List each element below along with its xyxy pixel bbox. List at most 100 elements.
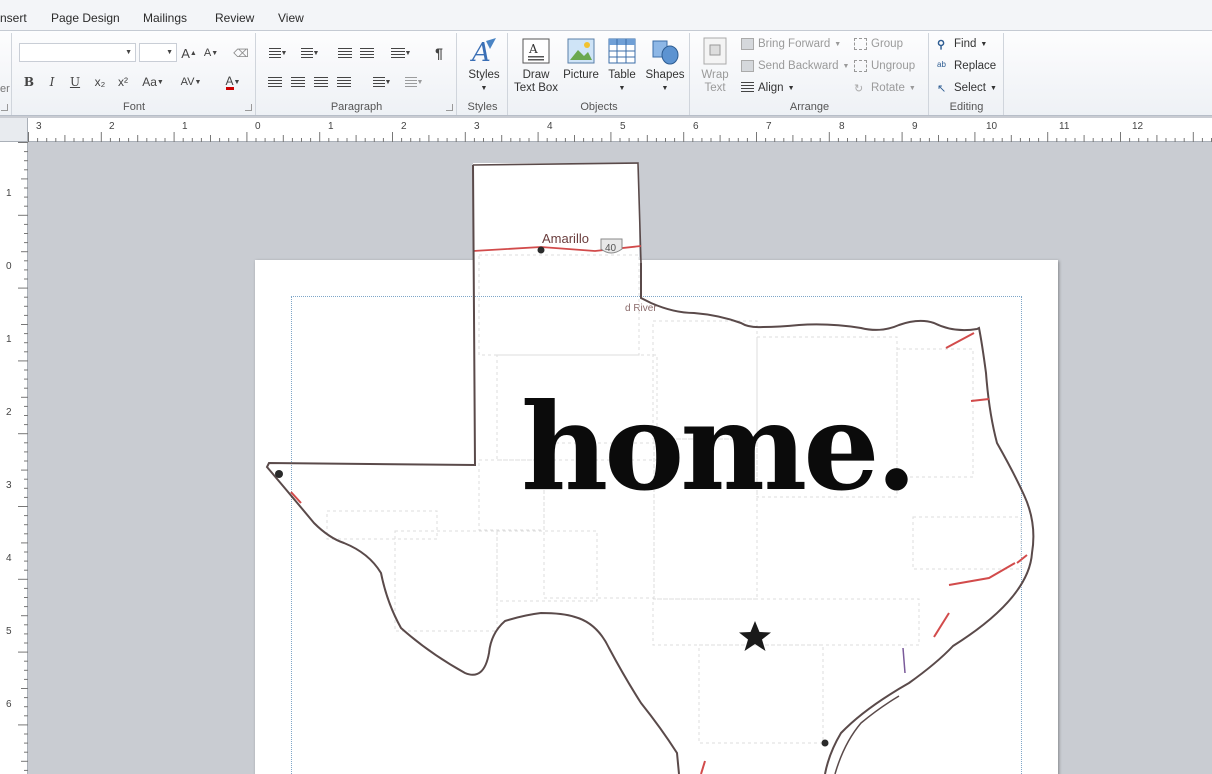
align-icon bbox=[741, 82, 754, 94]
italic-button[interactable]: I bbox=[42, 72, 62, 92]
numbering-button[interactable]: ▼ bbox=[295, 43, 325, 63]
clear-formatting-button[interactable]: ⌫ bbox=[231, 43, 251, 63]
line-spacing-button[interactable]: ▼ bbox=[367, 72, 397, 92]
styles-button[interactable]: A Styles ▼ bbox=[464, 35, 504, 95]
hruler-number: 1 bbox=[182, 121, 188, 132]
tab-insert[interactable]: nsert bbox=[0, 11, 27, 25]
hruler-number: 12 bbox=[1132, 121, 1144, 132]
table-icon bbox=[606, 35, 638, 67]
amarillo-dot bbox=[537, 246, 545, 254]
select-button[interactable]: ↖ Select ▼ bbox=[937, 82, 997, 95]
ungroup-button[interactable]: Ungroup bbox=[854, 60, 915, 72]
font-size-combo[interactable]: ▼ bbox=[139, 43, 177, 62]
subscript-button[interactable]: x₂ bbox=[90, 72, 110, 92]
find-button[interactable]: ⚲ Find ▼ bbox=[937, 38, 987, 51]
character-spacing-button[interactable]: AV ▼ bbox=[177, 72, 205, 92]
bring-forward-button[interactable]: Bring Forward ▼ bbox=[741, 38, 841, 50]
align-left-button[interactable] bbox=[265, 72, 285, 92]
tab-view[interactable]: View bbox=[278, 11, 304, 25]
purple-road-fragment bbox=[902, 647, 906, 674]
horizontal-ruler[interactable]: 3 2 1 0 1 2 3 4 5 6 7 8 9 10 11 12 bbox=[28, 118, 1212, 142]
tab-review[interactable]: Review bbox=[215, 11, 254, 25]
rotate-button[interactable]: ↻ Rotate ▼ bbox=[854, 82, 916, 95]
superscript-button[interactable]: x² bbox=[113, 72, 133, 92]
font-launcher[interactable] bbox=[245, 104, 252, 111]
align-left-icon bbox=[268, 76, 282, 88]
replace-icon: ab bbox=[937, 60, 946, 69]
draw-text-box-label-1: Draw bbox=[522, 69, 550, 81]
vruler-number: 1 bbox=[6, 334, 12, 345]
vruler-number: 3 bbox=[6, 480, 12, 491]
change-case-button[interactable]: Aa ▼ bbox=[139, 72, 167, 92]
headline-text[interactable]: home. bbox=[521, 388, 917, 508]
paragraph-launcher[interactable] bbox=[446, 104, 453, 111]
group-button[interactable]: Group bbox=[854, 38, 903, 50]
vertical-ruler[interactable]: 1 0 1 2 3 4 5 6 bbox=[0, 142, 28, 774]
bring-forward-icon bbox=[741, 38, 754, 50]
decrease-indent-icon bbox=[338, 47, 352, 59]
objects-group-label: Objects bbox=[580, 101, 618, 113]
select-label: Select bbox=[954, 82, 986, 94]
send-backward-button[interactable]: Send Backward ▼ bbox=[741, 60, 849, 72]
svg-text:A: A bbox=[528, 42, 538, 56]
clipboard-launcher[interactable] bbox=[1, 104, 8, 111]
spacing-icon: AV bbox=[180, 76, 195, 88]
bold-button[interactable]: B bbox=[19, 72, 39, 92]
paragraph-spacing-button[interactable]: ▼ bbox=[399, 72, 429, 92]
paragraph-spacing-icon bbox=[404, 76, 417, 88]
vruler-number: 0 bbox=[6, 261, 12, 272]
bold-icon: B bbox=[23, 75, 35, 89]
editing-group: ⚲ Find ▼ ab Replace ↖ Select ▼ Editing bbox=[930, 33, 1004, 115]
document-workspace[interactable]: Amarillo 40 d River home. bbox=[29, 143, 1212, 774]
justify-button[interactable] bbox=[334, 72, 354, 92]
bullets-button[interactable]: ▼ bbox=[263, 43, 293, 63]
table-button[interactable]: Table ▼ bbox=[603, 35, 641, 95]
star-icon bbox=[739, 621, 771, 651]
align-button[interactable]: Align ▼ bbox=[741, 82, 795, 94]
align-center-button[interactable] bbox=[288, 72, 308, 92]
subscript-icon: x₂ bbox=[94, 75, 106, 89]
replace-button[interactable]: ab Replace bbox=[937, 60, 996, 72]
chevron-down-icon: ▼ bbox=[125, 49, 132, 56]
tab-mailings[interactable]: Mailings bbox=[143, 11, 187, 25]
rotate-icon: ↻ bbox=[854, 83, 864, 95]
justify-icon bbox=[337, 76, 351, 88]
align-right-icon bbox=[314, 76, 328, 88]
shrink-font-button[interactable]: A ▼ bbox=[201, 43, 221, 63]
shrink-font-icon: A bbox=[203, 47, 212, 59]
hruler-number: 2 bbox=[109, 121, 115, 132]
hruler-number: 6 bbox=[693, 121, 699, 132]
columns-icon bbox=[390, 47, 405, 59]
increase-indent-icon bbox=[360, 47, 374, 59]
picture-button[interactable]: Picture bbox=[561, 35, 601, 82]
decrease-indent-button[interactable] bbox=[335, 43, 355, 63]
table-button-label: Table bbox=[608, 69, 636, 81]
change-case-icon: Aa bbox=[142, 75, 157, 89]
underline-button[interactable]: U bbox=[65, 72, 85, 92]
grow-font-button[interactable]: A ▲ bbox=[179, 43, 199, 63]
tab-page-design[interactable]: Page Design bbox=[51, 11, 120, 25]
ungroup-icon bbox=[854, 60, 867, 72]
hruler-number: 3 bbox=[36, 121, 42, 132]
columns-button[interactable]: ▼ bbox=[387, 43, 415, 63]
font-name-combo[interactable]: ▼ bbox=[19, 43, 136, 62]
rotate-label: Rotate bbox=[871, 82, 905, 94]
wrap-text-label-2: Text bbox=[704, 82, 726, 94]
shapes-button[interactable]: Shapes ▼ bbox=[643, 35, 687, 95]
show-formatting-button[interactable]: ¶ bbox=[429, 43, 449, 63]
wrap-text-button[interactable]: Wrap Text bbox=[695, 35, 735, 95]
increase-indent-button[interactable] bbox=[357, 43, 377, 63]
font-color-button[interactable]: A ▼ bbox=[219, 72, 247, 92]
superscript-icon: x² bbox=[118, 75, 128, 89]
bring-forward-label: Bring Forward bbox=[758, 38, 831, 50]
arrange-group: Wrap Text Bring Forward ▼ Send Backward ▼ … bbox=[691, 33, 929, 115]
align-right-button[interactable] bbox=[311, 72, 331, 92]
hruler-number: 5 bbox=[620, 121, 626, 132]
el-paso-dot bbox=[275, 470, 283, 478]
clipboard-label-partial: er bbox=[0, 83, 10, 95]
vruler-number: 6 bbox=[6, 699, 12, 710]
hruler-number: 7 bbox=[766, 121, 772, 132]
find-label: Find bbox=[954, 38, 977, 50]
draw-text-box-button[interactable]: A Draw Text Box bbox=[513, 35, 559, 95]
align-label: Align bbox=[758, 82, 784, 94]
